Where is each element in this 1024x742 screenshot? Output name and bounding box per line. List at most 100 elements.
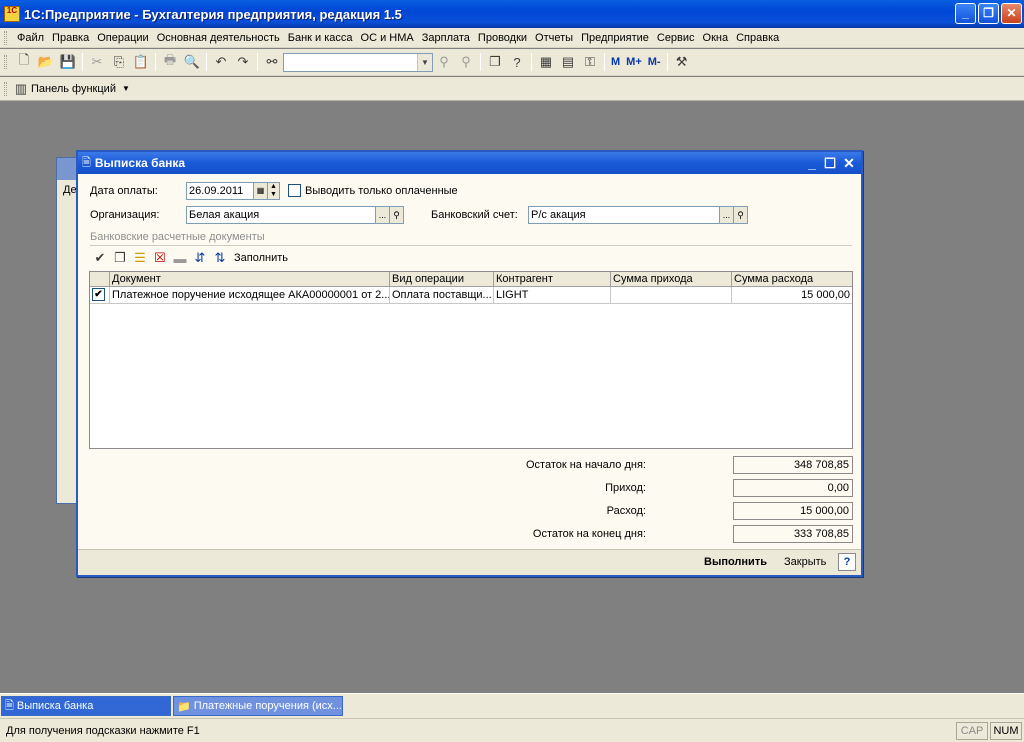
task-label: Выписка банка (16, 700, 94, 712)
edit-row-icon[interactable]: ▬ (170, 249, 190, 267)
menu-reports[interactable]: Отчеты (531, 32, 577, 44)
column-header-operation[interactable]: Вид операции (390, 272, 494, 286)
menu-fixed-assets[interactable]: ОС и НМА (357, 32, 418, 44)
only-paid-label: Выводить только оплаченные (305, 185, 458, 197)
print-preview-icon[interactable]: 🔍 (181, 51, 203, 73)
row-document[interactable]: Платежное поручение исходящее АКА0000000… (110, 287, 390, 303)
calendar-icon[interactable]: ▤ (557, 51, 579, 73)
copy-rows-icon[interactable]: ❐ (110, 249, 130, 267)
column-header-expense[interactable]: Сумма расхода (732, 272, 852, 286)
table-header: Документ Вид операции Контрагент Сумма п… (90, 272, 852, 287)
status-bar: Для получения подсказки нажмите F1 CAP N… (0, 718, 1024, 742)
cut-icon[interactable]: ✂ (86, 51, 108, 73)
windows-icon[interactable]: ❐ (484, 51, 506, 73)
redo-icon[interactable]: ↷ (232, 51, 254, 73)
sort-desc-icon[interactable]: ⇅ (210, 249, 230, 267)
mark-all-icon[interactable]: ✔ (90, 249, 110, 267)
calendar-icon[interactable]: ▦ (254, 182, 268, 200)
toolbar-grip[interactable] (4, 30, 7, 45)
menu-entries[interactable]: Проводки (474, 32, 531, 44)
memory-button[interactable]: М (608, 56, 623, 68)
dialog-body: Дата оплаты: 26.09.2011 ▦ ▲ ▼ Выводить то… (78, 174, 861, 549)
memory-minus-button[interactable]: М- (645, 56, 664, 68)
dialog-footer: Выполнить Закрыть ? (78, 549, 861, 575)
print-icon[interactable]: 🖶 (159, 51, 181, 73)
tools-icon[interactable]: ⚒ (671, 51, 693, 73)
save-icon[interactable]: 💾 (57, 51, 79, 73)
menu-bank-cash[interactable]: Банк и касса (284, 32, 357, 44)
row-contractor[interactable]: LIGHT (494, 287, 611, 303)
user-lock-icon[interactable]: ⚿ (579, 51, 601, 73)
find-next-icon[interactable]: ⚲ (455, 51, 477, 73)
restore-button[interactable]: ❐ (978, 3, 999, 24)
checkbox-column-header[interactable] (90, 272, 110, 286)
row-income[interactable] (611, 287, 732, 303)
organization-field[interactable]: Белая акация (186, 206, 376, 224)
calculator-icon[interactable]: ▦ (535, 51, 557, 73)
toolbar-grip[interactable] (4, 55, 7, 69)
app-title-bar[interactable]: 1C 1С:Предприятие - Бухгалтерия предприя… (0, 0, 1024, 28)
dialog-minimize-icon[interactable]: _ (803, 155, 821, 171)
minimize-button[interactable]: _ (955, 3, 976, 24)
organization-select-button[interactable]: ... (376, 206, 390, 224)
menu-file[interactable]: Файл (13, 32, 48, 44)
document-icon: 🗎 (5, 699, 14, 712)
memory-plus-button[interactable]: М+ (623, 56, 645, 68)
bank-account-open-icon[interactable]: ⚲ (734, 206, 748, 224)
section-title: Банковские расчетные документы (90, 231, 852, 246)
column-header-contractor[interactable]: Контрагент (494, 272, 611, 286)
sort-asc-icon[interactable]: ⇵ (190, 249, 210, 267)
dialog-close-icon[interactable]: ✕ (840, 155, 858, 172)
paste-icon[interactable]: 📋 (130, 51, 152, 73)
table-row[interactable]: ✔ Платежное поручение исходящее АКА00000… (90, 287, 852, 304)
bank-account-label: Банковский счет: (431, 209, 518, 221)
task-payment-orders[interactable]: 📁 Платежные поручения (исх... (173, 696, 343, 716)
menu-salary[interactable]: Зарплата (418, 32, 474, 44)
dialog-title: Выписка банка (94, 156, 186, 170)
dialog-title-bar[interactable]: 🗎 Выписка банка _ ☐ ✕ (78, 152, 861, 174)
column-header-document[interactable]: Документ (110, 272, 390, 286)
menu-operations[interactable]: Операции (93, 32, 152, 44)
help-button[interactable]: ? (838, 553, 856, 571)
toolbar-grip[interactable] (4, 81, 7, 96)
row-operation[interactable]: Оплата поставщи... (390, 287, 494, 303)
income-label: Приход: (605, 482, 646, 494)
menu-help[interactable]: Справка (732, 32, 783, 44)
num-lock-indicator: NUM (990, 721, 1022, 740)
documents-table[interactable]: Документ Вид операции Контрагент Сумма п… (89, 271, 853, 449)
menu-windows[interactable]: Окна (699, 32, 733, 44)
date-spinner[interactable]: ▲ ▼ (268, 182, 280, 200)
menu-main-activity[interactable]: Основная деятельность (153, 32, 284, 44)
find-binoculars-icon[interactable]: ⚯ (261, 51, 283, 73)
delete-row-icon[interactable]: ☒ (150, 249, 170, 267)
copy-icon[interactable]: ⎘ (108, 51, 130, 73)
new-document-icon[interactable]: 🗋 (13, 51, 35, 73)
row-checkbox[interactable]: ✔ (92, 288, 105, 301)
help-search-icon[interactable]: ? (506, 51, 528, 73)
menu-enterprise[interactable]: Предприятие (577, 32, 653, 44)
menu-edit[interactable]: Правка (48, 32, 93, 44)
bank-account-field[interactable]: Р/с акация (528, 206, 720, 224)
open-folder-icon[interactable]: 📂 (35, 51, 57, 73)
only-paid-checkbox[interactable] (288, 184, 301, 197)
date-field[interactable]: 26.09.2011 (186, 182, 254, 200)
add-row-icon[interactable]: ☰ (130, 249, 150, 267)
menu-service[interactable]: Сервис (653, 32, 699, 44)
dialog-maximize-icon[interactable]: ☐ (821, 155, 839, 172)
close-dialog-button[interactable]: Закрыть (784, 556, 826, 568)
organization-label: Организация: (90, 209, 160, 221)
undo-icon[interactable]: ↶ (210, 51, 232, 73)
fill-button[interactable]: Заполнить (230, 252, 288, 264)
row-expense[interactable]: 15 000,00 (732, 287, 852, 303)
bank-account-select-button[interactable]: ... (720, 206, 734, 224)
chevron-down-icon[interactable]: ▼ (417, 53, 432, 71)
find-previous-icon[interactable]: ⚲ (433, 51, 455, 73)
function-panel-button[interactable]: Панель функций (29, 83, 116, 95)
task-bank-statement[interactable]: 🗎 Выписка банка (1, 696, 171, 716)
column-header-income[interactable]: Сумма прихода (611, 272, 732, 286)
execute-button[interactable]: Выполнить (704, 556, 767, 568)
organization-open-icon[interactable]: ⚲ (390, 206, 404, 224)
chevron-down-icon[interactable]: ▼ (116, 84, 130, 93)
close-button[interactable]: ✕ (1001, 3, 1022, 24)
search-combo[interactable]: ▼ (283, 52, 433, 72)
